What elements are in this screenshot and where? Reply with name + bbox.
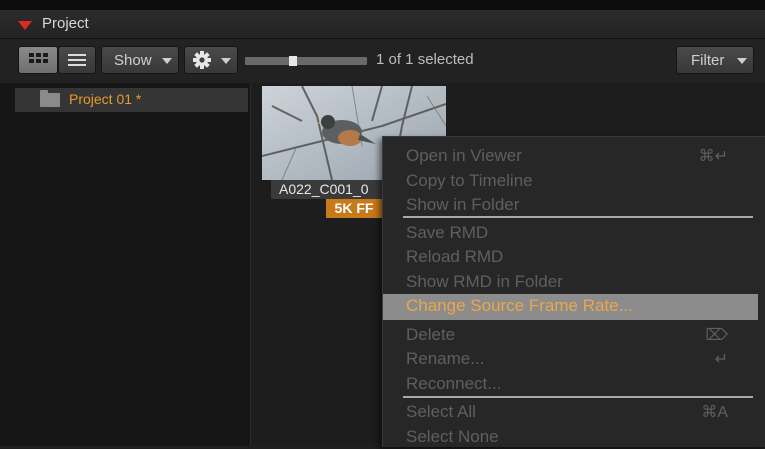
toolbar: Show 1 of 1 selected Filter [0,39,765,83]
filter-dropdown[interactable]: Filter [676,46,754,74]
menu-item-label: Reconnect... [406,374,502,393]
folder-icon [40,90,60,107]
window-top-strip [0,0,765,10]
menu-item-label: Copy to Timeline [406,171,533,190]
menu-item-label: Select None [406,427,499,446]
menu-item-shortcut: ⌘A [701,404,728,421]
chevron-down-icon [221,58,231,64]
menu-item-delete[interactable]: Delete ⌦ [383,323,758,347]
menu-item-label: Change Source Frame Rate... [406,296,633,315]
delete-key-icon: ⌦ [705,327,728,344]
project-tree: Project 01 * [0,83,251,446]
grid-icon [29,53,48,63]
filter-label: Filter [691,52,725,69]
menu-item-reload-rmd[interactable]: Reload RMD [383,245,758,269]
gear-icon [193,51,211,69]
project-label: Project 01 * [69,91,142,107]
menu-item-rename[interactable]: Rename... ↵ [383,347,758,371]
show-dropdown[interactable]: Show [101,46,179,74]
menu-item-label: Rename... [406,349,485,368]
menu-item-label: Open in Viewer [406,146,522,165]
menu-item-open-in-viewer[interactable]: Open in Viewer ⌘↵ [383,144,758,168]
thumbnail-size-slider[interactable] [245,56,367,66]
menu-item-label: Select All [406,402,476,421]
clip-name: A022_C001_0 [271,180,391,199]
menu-item-save-rmd[interactable]: Save RMD [383,221,758,245]
menu-item-copy-to-timeline[interactable]: Copy to Timeline [383,169,758,193]
menu-item-label: Reload RMD [406,247,504,266]
panel-title: Project [42,15,89,32]
menu-item-show-rmd-in-folder[interactable]: Show RMD in Folder [383,270,758,294]
settings-dropdown[interactable] [184,46,238,74]
chevron-down-icon [737,58,747,64]
slider-handle[interactable] [289,56,297,66]
menu-item-show-in-folder[interactable]: Show in Folder [383,193,758,217]
menu-item-label: Show in Folder [406,195,520,214]
menu-item-reconnect[interactable]: Reconnect... [383,372,758,396]
sidebar-item-project[interactable]: Project 01 * [15,88,248,112]
context-menu: Open in Viewer ⌘↵ Copy to Timeline Show … [382,136,765,447]
return-key-icon: ↵ [714,351,728,368]
menu-item-label: Save RMD [406,223,489,242]
chevron-down-icon [162,58,172,64]
menu-item-select-all[interactable]: Select All ⌘A [383,400,758,424]
panel-header: Project [0,10,765,39]
grid-view-button[interactable] [18,46,58,74]
menu-item-label: Delete [406,325,456,344]
list-icon [68,54,86,66]
resolution-badge: 5K FF [326,199,382,218]
list-view-button[interactable] [58,46,96,74]
selection-count: 1 of 1 selected [376,51,474,68]
show-label: Show [114,52,152,69]
menu-separator [403,396,753,398]
menu-item-select-none[interactable]: Select None [383,425,758,449]
menu-separator [403,216,753,218]
menu-item-shortcut: ⌘↵ [698,148,728,165]
collapse-triangle-icon[interactable] [18,21,32,30]
menu-item-change-source-frame-rate[interactable]: Change Source Frame Rate... [383,294,758,320]
menu-item-label: Show RMD in Folder [406,272,563,291]
